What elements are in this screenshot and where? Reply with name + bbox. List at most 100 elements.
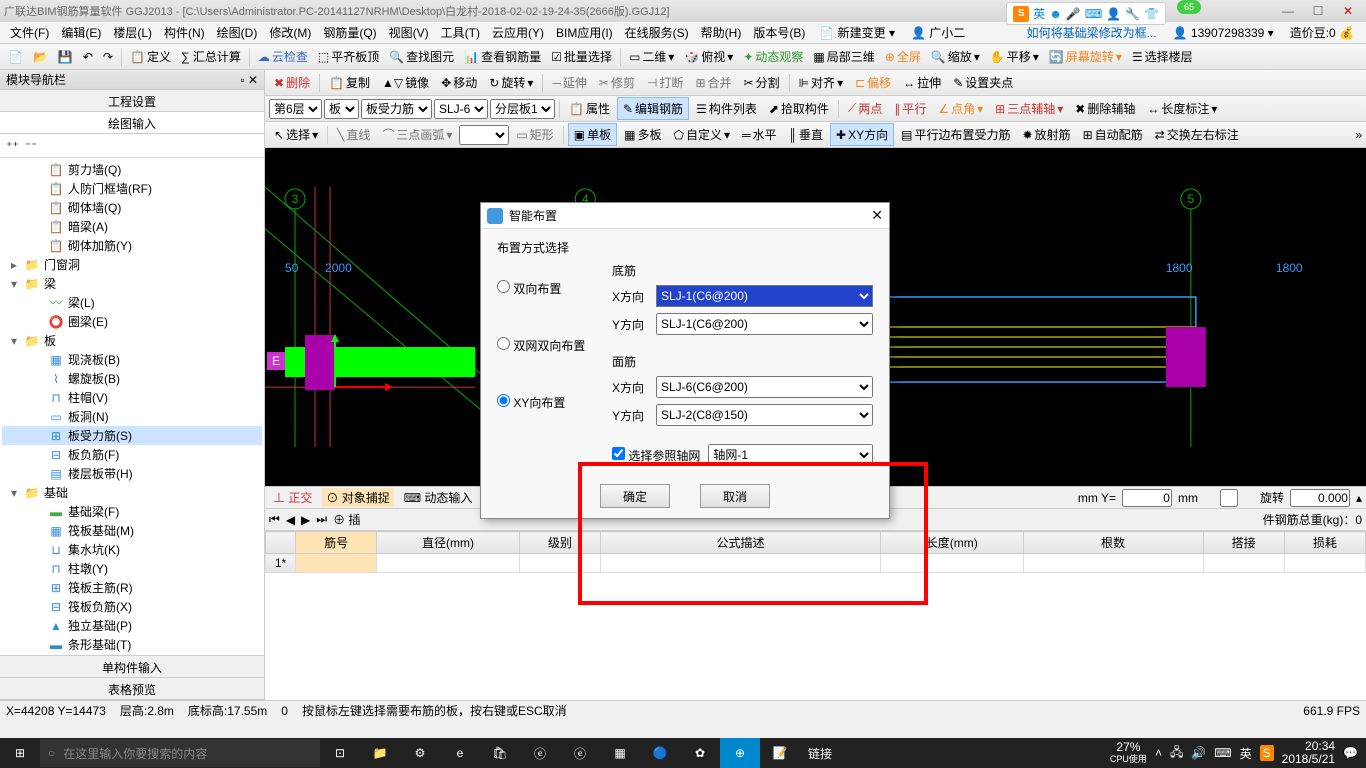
select-floor-button[interactable]: ☰ 选择楼层 xyxy=(1128,46,1197,67)
col-formula[interactable]: 公式描述 xyxy=(600,532,880,554)
dynamic-button[interactable]: ✦ 动态观察 xyxy=(739,46,807,67)
pan-button[interactable]: ✋ 平移 ▾ xyxy=(986,46,1043,67)
tree-collapse-icon[interactable]: ⁻⁻ xyxy=(25,139,38,153)
tree-item[interactable]: 📋砌体加筋(Y) xyxy=(2,236,262,255)
ortho-toggle[interactable]: ⊥ 正交 xyxy=(269,488,316,507)
delete-button[interactable]: ✖ 删除 xyxy=(269,72,315,93)
nav-first-icon[interactable]: ⏮ xyxy=(269,512,280,527)
code-select[interactable]: SLJ-6 xyxy=(434,99,488,119)
floor-select[interactable]: 第6层 xyxy=(269,99,322,119)
app-icon-1[interactable]: ⚙ xyxy=(400,738,440,768)
two-point-button[interactable]: ⟋ 两点 xyxy=(843,98,887,119)
menu-cloud[interactable]: 云应用(Y) xyxy=(486,22,550,43)
radio-bidirectional[interactable]: 双向布置 xyxy=(497,280,607,297)
zoom-button[interactable]: 🔍 缩放 ▾ xyxy=(927,46,984,67)
select-button[interactable]: ↖ 选择 ▾ xyxy=(269,124,323,145)
rotate-up-icon[interactable]: ▴ xyxy=(1356,491,1362,505)
del-aux-button[interactable]: ✖ 删除辅轴 xyxy=(1070,98,1140,119)
menu-help[interactable]: 帮助(H) xyxy=(695,22,748,43)
tree-expand-icon[interactable]: ⁺⁺ xyxy=(6,139,19,153)
fullscreen-button[interactable]: ⊕ 全屏 xyxy=(881,46,925,67)
dialog-titlebar[interactable]: 智能布置 ✕ xyxy=(481,203,889,229)
ime-toolbar[interactable]: S 英 ☻ 🎤 ⌨ 👤 🔧 👕 xyxy=(1006,2,1166,25)
empty-select[interactable] xyxy=(459,125,509,145)
tree-item[interactable]: ⊞板受力筋(S) xyxy=(2,426,262,445)
new-icon[interactable]: 📄 xyxy=(4,48,27,66)
tab-single-input[interactable]: 单构件输入 xyxy=(0,656,264,678)
top-x-select[interactable]: SLJ-6(C6@200) xyxy=(656,376,873,398)
screen-rotate-button[interactable]: 🔄 屏幕旋转 ▾ xyxy=(1045,46,1126,67)
edge-button[interactable]: ▤ 平行边布置受力筋 xyxy=(896,124,1015,145)
cloud-check-button[interactable]: ☁ 云检查 xyxy=(254,46,312,67)
property-select[interactable]: 板受力筋 xyxy=(361,99,432,119)
tree-item[interactable]: ▦现浇板(B) xyxy=(2,350,262,369)
col-diameter[interactable]: 直径(mm) xyxy=(377,532,520,554)
vert-button[interactable]: ║ 垂直 xyxy=(784,124,829,145)
maximize-button[interactable]: ☐ xyxy=(1304,2,1332,20)
xy-button[interactable]: ✚ XY方向 xyxy=(830,123,894,146)
tray-clock[interactable]: 20:342018/5/21 xyxy=(1282,740,1335,766)
snap-toggle[interactable]: ⊙ 对象捕捉 xyxy=(322,488,393,507)
attr-button[interactable]: 📋 属性 xyxy=(564,98,615,119)
rotate-input[interactable] xyxy=(1290,489,1350,507)
menu-online[interactable]: 在线服务(S) xyxy=(619,22,695,43)
split-button[interactable]: ✂ 分割 xyxy=(739,72,785,93)
tree-item[interactable]: ⊟板负筋(F) xyxy=(2,445,262,464)
pick-button[interactable]: ⬈ 拾取构件 xyxy=(764,98,834,119)
col-count[interactable]: 根数 xyxy=(1023,532,1203,554)
bottom-y-select[interactable]: SLJ-1(C6@200) xyxy=(656,313,873,335)
menu-tools[interactable]: 工具(T) xyxy=(435,22,486,43)
tree-item[interactable]: ▤楼层板带(H) xyxy=(2,464,262,483)
auto-button[interactable]: ⊞ 自动配筋 xyxy=(1078,124,1148,145)
radio-xy[interactable]: XY向布置 xyxy=(497,394,607,411)
tree-item[interactable]: ⭕圈梁(E) xyxy=(2,312,262,331)
offset-button[interactable]: ⊏ 偏移 xyxy=(850,72,896,93)
menu-rebar[interactable]: 钢筋量(Q) xyxy=(317,22,382,43)
level-button[interactable]: ═ 水平 xyxy=(737,124,782,145)
copy-button[interactable]: 📋 复制 xyxy=(324,72,375,93)
rebar-table[interactable]: 筋号 直径(mm) 级别 公式描述 长度(mm) 根数 搭接 损耗 1* xyxy=(265,530,1366,700)
angle-button[interactable]: ∠ 点角 ▾ xyxy=(933,98,988,119)
ok-button[interactable]: 确定 xyxy=(600,484,670,508)
tray-notifications-icon[interactable]: 💬 xyxy=(1343,746,1358,760)
flat-button[interactable]: ⬚ 平齐板顶 xyxy=(314,46,383,67)
tray-volume-icon[interactable]: 🔊 xyxy=(1191,746,1206,760)
trim-button[interactable]: ✂ 修剪 xyxy=(594,72,640,93)
menu-component[interactable]: 构件(N) xyxy=(158,22,211,43)
menu-edit[interactable]: 编辑(E) xyxy=(55,22,107,43)
merge-button[interactable]: ⊞ 合并 xyxy=(690,72,736,93)
menu-draw[interactable]: 绘图(D) xyxy=(211,22,264,43)
dialog-close-icon[interactable]: ✕ xyxy=(871,207,883,224)
tree-item[interactable]: ▦筏板基础(M) xyxy=(2,521,262,540)
length-dim-button[interactable]: ↔ 长度标注 ▾ xyxy=(1142,98,1222,119)
tree-item[interactable]: 📋砌体墙(Q) xyxy=(2,198,262,217)
tree-item[interactable]: ▭板洞(N) xyxy=(2,407,262,426)
tree-item[interactable]: ⊓柱墩(Y) xyxy=(2,559,262,578)
tray-ime-icon[interactable]: 英 xyxy=(1240,745,1252,762)
bird-button[interactable]: 🎲 俯视 ▾ xyxy=(680,46,737,67)
app-icon-4[interactable]: ✿ xyxy=(680,738,720,768)
menu-floor[interactable]: 楼层(L) xyxy=(107,22,158,43)
component-select[interactable]: 板 xyxy=(324,99,359,119)
steel-qty-button[interactable]: 📊 查看钢筋量 xyxy=(460,46,545,67)
template-select[interactable]: 分层板1 xyxy=(490,99,555,119)
arc-button[interactable]: ⌒ 三点画弧 ▾ xyxy=(377,124,457,145)
bottom-x-select[interactable]: SLJ-1(C6@200) xyxy=(656,285,873,307)
new-change-button[interactable]: 📄 新建变更 ▾ xyxy=(811,22,903,43)
swap-button[interactable]: ⇄ 交换左右标注 xyxy=(1150,124,1244,145)
tray-keyboard-icon[interactable]: ⌨ xyxy=(1214,746,1231,760)
local3d-button[interactable]: ▦ 局部三维 xyxy=(809,46,878,67)
align-button[interactable]: ⊫ 对齐 ▾ xyxy=(794,72,849,93)
save-icon[interactable]: 💾 xyxy=(54,48,77,66)
redo-icon[interactable]: ↷ xyxy=(99,48,117,66)
menu-view[interactable]: 视图(V) xyxy=(383,22,435,43)
table-row[interactable]: 1* xyxy=(266,554,1366,573)
open-icon[interactable]: 📂 xyxy=(29,48,52,66)
batch-select-button[interactable]: ☑ 批量选择 xyxy=(547,46,616,67)
task-view-icon[interactable]: ⊡ xyxy=(320,738,360,768)
move-button[interactable]: ✥ 移动 xyxy=(436,72,482,93)
tree-item[interactable]: ⊔集水坑(K) xyxy=(2,540,262,559)
taskbar-search[interactable]: ○ 在这里输入你要搜索的内容 xyxy=(40,739,320,767)
tray-sogou-icon[interactable]: S xyxy=(1260,745,1274,761)
menu-modify[interactable]: 修改(M) xyxy=(263,22,317,43)
